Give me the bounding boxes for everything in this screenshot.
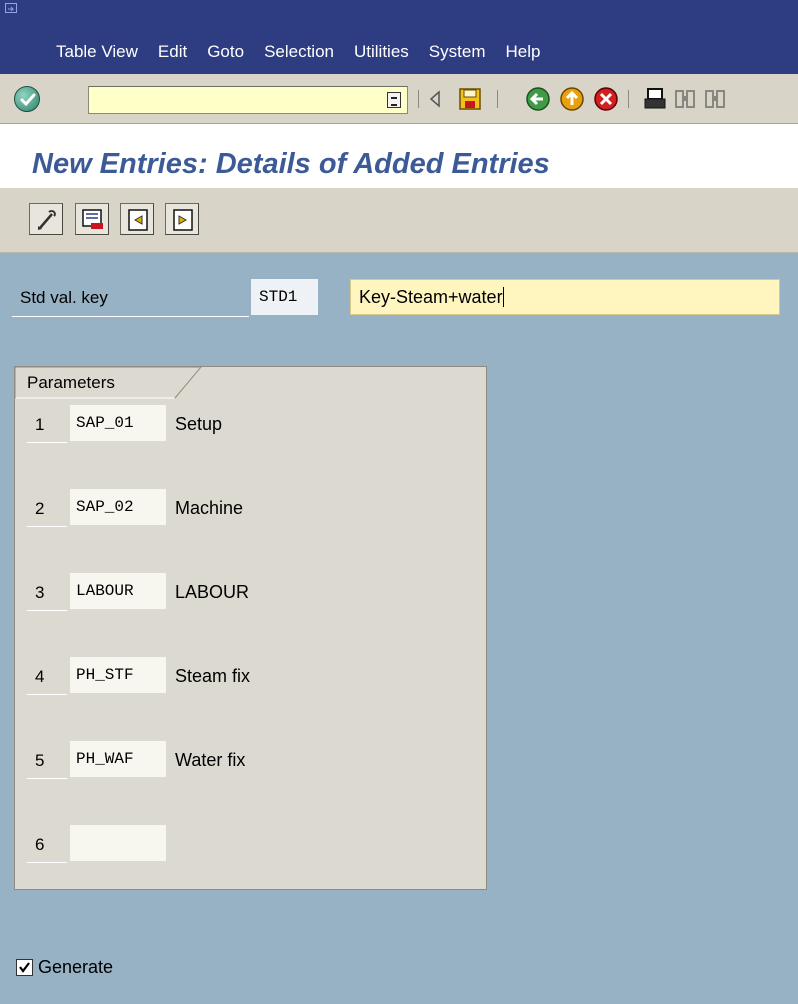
save-icon[interactable]: [455, 84, 485, 114]
parameters-group: Parameters 1 SAP_01 Setup 2 SAP_02 Machi…: [14, 366, 487, 890]
parameter-row: 6: [15, 825, 485, 865]
command-dropdown-icon[interactable]: [387, 92, 401, 108]
next-entry-button[interactable]: [165, 203, 199, 235]
command-field[interactable]: [88, 86, 408, 114]
parameter-row: 5 PH_WAF Water fix: [15, 741, 485, 781]
parameter-number: 5: [27, 751, 67, 779]
previous-entry-icon: [128, 209, 148, 231]
menu-goto[interactable]: Goto: [207, 42, 244, 62]
std-val-text: Key-Steam+water: [359, 287, 503, 307]
generate-checkbox[interactable]: [16, 959, 33, 976]
parameter-description: Machine: [175, 498, 244, 518]
menu-bar: Table View Edit Goto Selection Utilities…: [0, 0, 798, 74]
next-entry-icon: [173, 209, 193, 231]
parameter-description: Steam fix: [175, 666, 251, 686]
parameter-number: 3: [27, 583, 67, 611]
menu-edit[interactable]: Edit: [158, 42, 187, 62]
parameter-description: Water fix: [175, 750, 246, 770]
parameter-row: 1 SAP_01 Setup: [15, 405, 485, 445]
print-icon[interactable]: [640, 84, 670, 114]
find-next-icon[interactable]: [700, 84, 730, 114]
parameter-code-field[interactable]: PH_STF: [70, 657, 166, 693]
menu-table-view[interactable]: Table View: [56, 42, 138, 62]
exit-icon[interactable]: [557, 84, 587, 114]
std-val-key-field[interactable]: STD1: [251, 279, 318, 315]
parameter-number: 1: [27, 415, 67, 443]
parameter-row: 2 SAP_02 Machine: [15, 489, 485, 529]
change-display-icon: [38, 209, 56, 230]
parameter-row: 4 PH_STF Steam fix: [15, 657, 485, 697]
parameter-code-field[interactable]: PH_WAF: [70, 741, 166, 777]
parameter-code-field[interactable]: SAP_02: [70, 489, 166, 525]
application-toolbar: [0, 188, 798, 253]
checkmark-icon: [19, 962, 30, 973]
delete-icon: [82, 209, 103, 229]
parameter-number: 2: [27, 499, 67, 527]
parameters-tab: Parameters: [15, 367, 202, 399]
change-display-button[interactable]: [29, 203, 63, 235]
parameter-number: 4: [27, 667, 67, 695]
enter-icon[interactable]: [14, 86, 40, 112]
menu-system[interactable]: System: [429, 42, 486, 62]
page-title: New Entries: Details of Added Entries: [32, 148, 550, 180]
command-input[interactable]: [89, 87, 369, 113]
back-icon[interactable]: [523, 84, 553, 114]
text-cursor: [502, 287, 504, 307]
parameter-code-field[interactable]: [70, 825, 166, 861]
parameter-description: Setup: [175, 414, 223, 434]
std-val-text-field[interactable]: Key-Steam+water: [350, 279, 780, 315]
std-val-key-label: Std val. key: [12, 285, 249, 317]
generate-label: Generate: [38, 957, 114, 977]
menu-utilities[interactable]: Utilities: [354, 42, 409, 62]
back-triangle-icon[interactable]: [420, 84, 450, 114]
toolbar-separator: [418, 90, 419, 108]
parameters-title: Parameters: [27, 373, 115, 392]
find-icon[interactable]: [670, 84, 700, 114]
previous-entry-button[interactable]: [120, 203, 154, 235]
menu-selection[interactable]: Selection: [264, 42, 334, 62]
system-menu-icon[interactable]: [5, 3, 17, 15]
parameter-row: 3 LABOUR LABOUR: [15, 573, 485, 613]
standard-toolbar: [0, 74, 798, 124]
delete-button[interactable]: [75, 203, 109, 235]
parameter-code-field[interactable]: SAP_01: [70, 405, 166, 441]
parameter-code-field[interactable]: LABOUR: [70, 573, 166, 609]
toolbar-separator: [628, 90, 629, 108]
cancel-icon[interactable]: [591, 84, 621, 114]
toolbar-separator: [497, 90, 498, 108]
title-bar: New Entries: Details of Added Entries: [0, 124, 798, 188]
menu-help[interactable]: Help: [505, 42, 540, 62]
parameter-description: LABOUR: [175, 582, 250, 602]
parameter-number: 6: [27, 835, 67, 863]
